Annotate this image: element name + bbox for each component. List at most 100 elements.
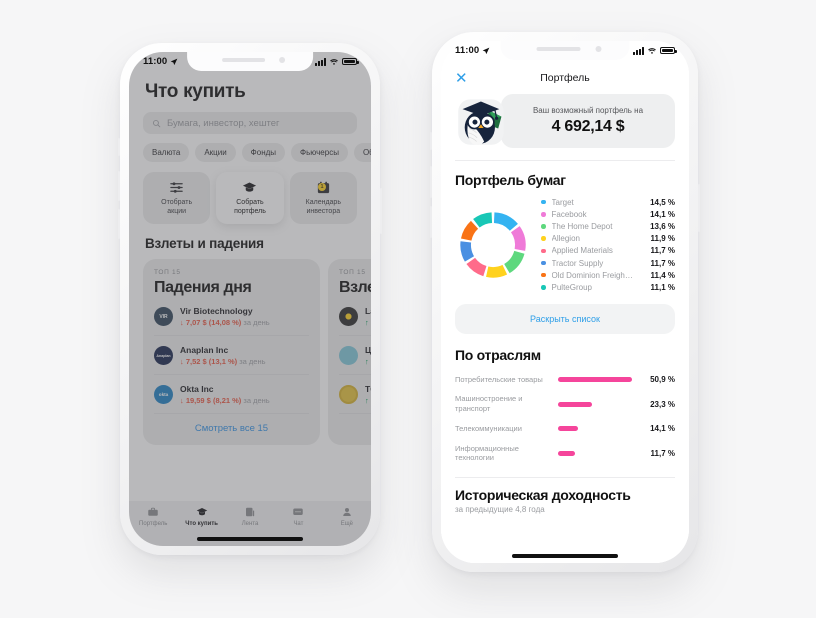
company-logo-icon	[339, 346, 358, 365]
historical-subtitle: за предыдущие 4,8 года	[455, 505, 545, 514]
sliders-icon	[170, 182, 183, 193]
card-top-losers[interactable]: ТОП 15 Падения дня VIR Vir Biotechnology…	[143, 259, 320, 445]
tab-label: Ещё	[340, 521, 353, 527]
section-title-movers: Взлеты и падения	[145, 236, 264, 251]
list-item[interactable]: Anaplan Anaplan Inc ↓ 7,52 $ (13,1 %) за…	[154, 336, 309, 375]
chat-icon	[293, 508, 304, 515]
legend-label: Facebook	[551, 209, 587, 219]
hero-section: Ваш возможный портфель на 4 692,14 $	[441, 90, 689, 148]
volume-up-button	[430, 166, 432, 198]
legend-row: Target 14,5 %	[541, 196, 675, 208]
price-change: ↑ 42	[365, 396, 371, 405]
action-build-label1: Собрать	[236, 198, 264, 206]
price-change-value: ↓ 7,52 $ (13,1 %)	[180, 357, 238, 366]
industry-row: Телекоммуникации 14,1 %	[455, 419, 675, 439]
legend-label: Old Dominion Freigh…	[551, 270, 633, 280]
price-change: ↑ 2,6	[365, 318, 371, 327]
status-time: 11:00	[143, 56, 168, 67]
logo-text: Anaplan	[156, 353, 171, 358]
see-all-link[interactable]: Смотреть все 15	[154, 414, 309, 435]
list-item[interactable]: Lantronix ↑ 2,6	[339, 297, 371, 336]
battery-icon	[342, 57, 359, 66]
company-logo-icon: Anaplan	[154, 346, 173, 365]
legend-color-dot	[541, 272, 546, 278]
right-phone-screen: 11:00 ✕ Портфель Ваш возможный портфель …	[441, 41, 689, 563]
volume-down-button	[118, 209, 120, 239]
power-button	[380, 188, 382, 234]
chip-futures[interactable]: Фьючерсы	[291, 143, 348, 162]
person-icon	[343, 508, 351, 516]
list-item[interactable]: Центр ↑ 1,3	[339, 336, 371, 375]
donut-segment	[510, 225, 526, 251]
expand-list-button[interactable]: Раскрыть список	[455, 303, 675, 334]
tab-feed[interactable]: Лента	[226, 506, 274, 527]
price-change-period: за день	[239, 357, 266, 366]
legend-row: Allegion 11,9 %	[541, 233, 675, 245]
price-change-period: за день	[243, 396, 270, 405]
company-name: TCS	[365, 384, 371, 394]
donut-legend: Target 14,5 % Facebook 14,1 % The Home Depot…	[541, 196, 675, 294]
calendar-badge: 1	[317, 183, 326, 191]
power-button	[698, 184, 700, 232]
tab-chat[interactable]: Чат	[274, 506, 322, 527]
wifi-icon	[330, 58, 338, 65]
status-time-group: 11:00	[455, 45, 490, 56]
donut-segment	[460, 220, 479, 241]
location-arrow-icon	[482, 47, 490, 54]
mute-switch	[118, 138, 120, 156]
list-item[interactable]: TCS ↑ 42	[339, 375, 371, 414]
industry-value: 14,1 %	[650, 424, 675, 434]
legend-label: PulteGroup	[551, 282, 592, 292]
status-indicators	[315, 57, 359, 66]
search-input[interactable]: Бумага, инвестор, хештег	[143, 112, 357, 134]
chip-currency[interactable]: Валюта	[143, 143, 190, 162]
industry-label: Потребительские товары	[455, 374, 543, 384]
company-name: Okta Inc	[180, 384, 214, 394]
industry-value: 50,9 %	[650, 374, 675, 384]
tab-portfolio[interactable]: Портфель	[129, 506, 177, 527]
see-all-link[interactable]: См	[339, 414, 371, 435]
card-title: Падения дня	[154, 279, 252, 296]
page-title: Портфель	[540, 72, 590, 84]
legend-color-dot	[541, 199, 546, 205]
left-app-content: Что купить Бумага, инвестор, хештег Валю…	[129, 71, 371, 546]
chip-stocks[interactable]: Акции	[195, 143, 236, 162]
volume-up-button	[118, 171, 120, 201]
list-item[interactable]: okta Okta Inc ↓ 19,59 $ (8,21 %) за день	[154, 375, 309, 414]
company-name: Центр	[365, 345, 371, 355]
action-calendar-label1: Календарь	[305, 198, 341, 206]
action-calendar-label2: инвестора	[306, 207, 341, 215]
cellular-bars-icon	[315, 57, 326, 66]
right-app-content: ✕ Портфель Ваш возможный портфель на 4 6…	[441, 60, 689, 563]
industry-row: Информационные технологии 11,7 %	[455, 439, 675, 469]
list-item[interactable]: VIR Vir Biotechnology ↓ 7,07 $ (14,08 %)…	[154, 297, 309, 336]
section-title-industries: По отраслям	[455, 346, 541, 363]
movers-card-carousel[interactable]: ТОП 15 Падения дня VIR Vir Biotechnology…	[129, 251, 371, 445]
mute-switch	[430, 132, 432, 150]
section-title-historical: Историческая доходность	[455, 487, 631, 503]
company-name: Lantronix	[365, 306, 371, 316]
feed-icon	[246, 507, 255, 517]
legend-color-dot	[541, 224, 546, 229]
legend-color-dot	[541, 260, 546, 266]
securities-breakdown: Target 14,5 % Facebook 14,1 % The Home Depot…	[441, 188, 689, 294]
action-build-portfolio[interactable]: Собрать портфель	[216, 172, 284, 224]
tab-what-to-buy[interactable]: Что купить	[177, 506, 225, 527]
donut-segment	[466, 257, 487, 276]
action-filter-stocks[interactable]: Отобрать акции	[143, 172, 211, 224]
industry-bar-track	[558, 450, 632, 456]
logo-text: okta	[158, 392, 169, 397]
tab-label: Лента	[241, 521, 259, 527]
tab-more[interactable]: Ещё	[323, 506, 371, 527]
price-change: ↓ 7,07 $ (14,08 %) за день	[180, 318, 270, 327]
industry-row: Потребительские товары 50,9 %	[455, 370, 675, 390]
industry-value: 23,3 %	[650, 399, 675, 409]
tab-label: Чат	[293, 521, 304, 527]
card-top-gainers[interactable]: ТОП 15 Взлеты дня Lantronix ↑ 2,6	[328, 259, 371, 445]
chip-bonds[interactable]: Обли	[353, 143, 371, 162]
left-phone-screen: 11:00 Что купить Бумага, инвестор, хеште…	[129, 52, 371, 546]
action-investor-calendar[interactable]: 1 Календарь инвестора	[289, 172, 357, 224]
action-filter-label2: акции	[167, 207, 187, 215]
legend-label: Tractor Supply	[551, 258, 604, 268]
chip-funds[interactable]: Фонды	[241, 143, 286, 162]
